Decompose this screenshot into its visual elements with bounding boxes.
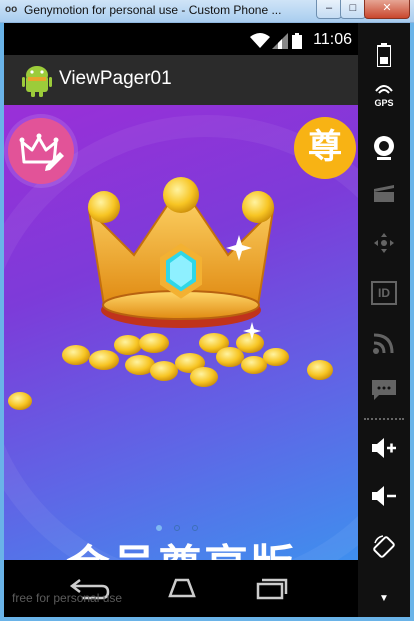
close-button[interactable]: ✕	[364, 0, 410, 19]
minimize-button[interactable]: –	[316, 0, 342, 19]
sms-icon[interactable]	[358, 371, 410, 411]
panel-expand-icon[interactable]: ▼	[358, 593, 410, 613]
window-title: Genymotion for personal use - Custom Pho…	[24, 3, 282, 17]
volume-up-icon[interactable]	[358, 429, 410, 469]
genymotion-logo-icon: oo	[5, 4, 18, 15]
status-bar: 11:06	[4, 25, 358, 55]
dpad-icon[interactable]	[358, 223, 410, 263]
network-icon[interactable]	[358, 323, 410, 363]
viewpager-banner[interactable]: 尊	[4, 105, 358, 560]
action-bar: ViewPager01	[4, 55, 358, 105]
status-time: 11:06	[313, 31, 352, 48]
wifi-icon	[250, 33, 270, 48]
gps-label: GPS	[374, 98, 394, 108]
battery-status-icon	[292, 33, 302, 49]
webcam-icon[interactable]	[358, 127, 410, 167]
rotate-icon[interactable]	[358, 527, 410, 567]
id-label: ID	[371, 281, 397, 305]
navigation-bar	[4, 560, 358, 617]
app-title: ViewPager01	[59, 68, 172, 89]
genymotion-side-panel: GPS ID ▼	[358, 23, 410, 617]
device-frame: 11:06 ViewPager01 尊 free for personal us…	[4, 23, 410, 617]
identifier-icon[interactable]: ID	[358, 273, 410, 313]
maximize-button[interactable]: □	[340, 0, 366, 19]
panel-divider	[364, 418, 404, 420]
phone-screen: 11:06 ViewPager01 尊 free for personal us…	[4, 23, 358, 617]
gps-icon[interactable]: GPS	[358, 75, 410, 115]
android-app-icon	[22, 66, 52, 97]
volume-down-icon[interactable]	[358, 477, 410, 517]
battery-icon[interactable]	[358, 35, 410, 75]
watermark-text: free for personal use	[12, 591, 123, 605]
crown-illustration	[8, 177, 333, 410]
recent-apps-icon[interactable]	[248, 574, 292, 602]
window-titlebar: oo Genymotion for personal use - Custom …	[0, 0, 414, 23]
home-icon[interactable]	[160, 574, 204, 602]
signal-icon	[272, 33, 288, 49]
media-icon[interactable]	[358, 175, 410, 215]
banner-headline: 会员尊享版	[4, 530, 358, 560]
